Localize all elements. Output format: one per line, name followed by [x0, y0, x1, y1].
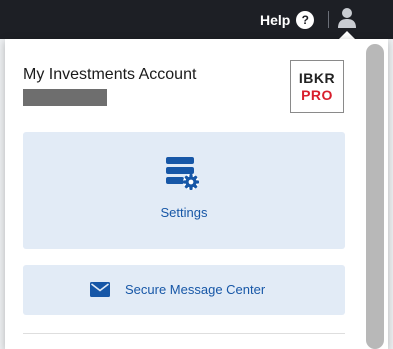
- logo-line-2: PRO: [301, 86, 333, 103]
- section-divider: [23, 333, 345, 334]
- user-icon[interactable]: [337, 7, 357, 29]
- ibkr-pro-logo: IBKR PRO: [290, 60, 344, 113]
- secure-message-center-label: Secure Message Center: [125, 282, 266, 297]
- scrollbar[interactable]: [366, 44, 384, 349]
- topbar-divider: [328, 11, 329, 28]
- help-label: Help: [260, 12, 291, 28]
- mail-icon: [90, 282, 110, 297]
- settings-button[interactable]: Settings: [23, 132, 345, 249]
- account-number-redacted: [23, 89, 107, 106]
- logo-line-1: IBKR: [298, 69, 336, 86]
- top-navigation-bar: Help ?: [0, 0, 393, 39]
- account-title: My Investments Account: [23, 66, 197, 83]
- question-mark-icon: ?: [296, 11, 315, 29]
- settings-gear-icon: [166, 157, 199, 190]
- help-button[interactable]: Help ?: [260, 10, 315, 30]
- settings-label: Settings: [160, 205, 208, 220]
- secure-message-center-button[interactable]: Secure Message Center: [23, 265, 345, 315]
